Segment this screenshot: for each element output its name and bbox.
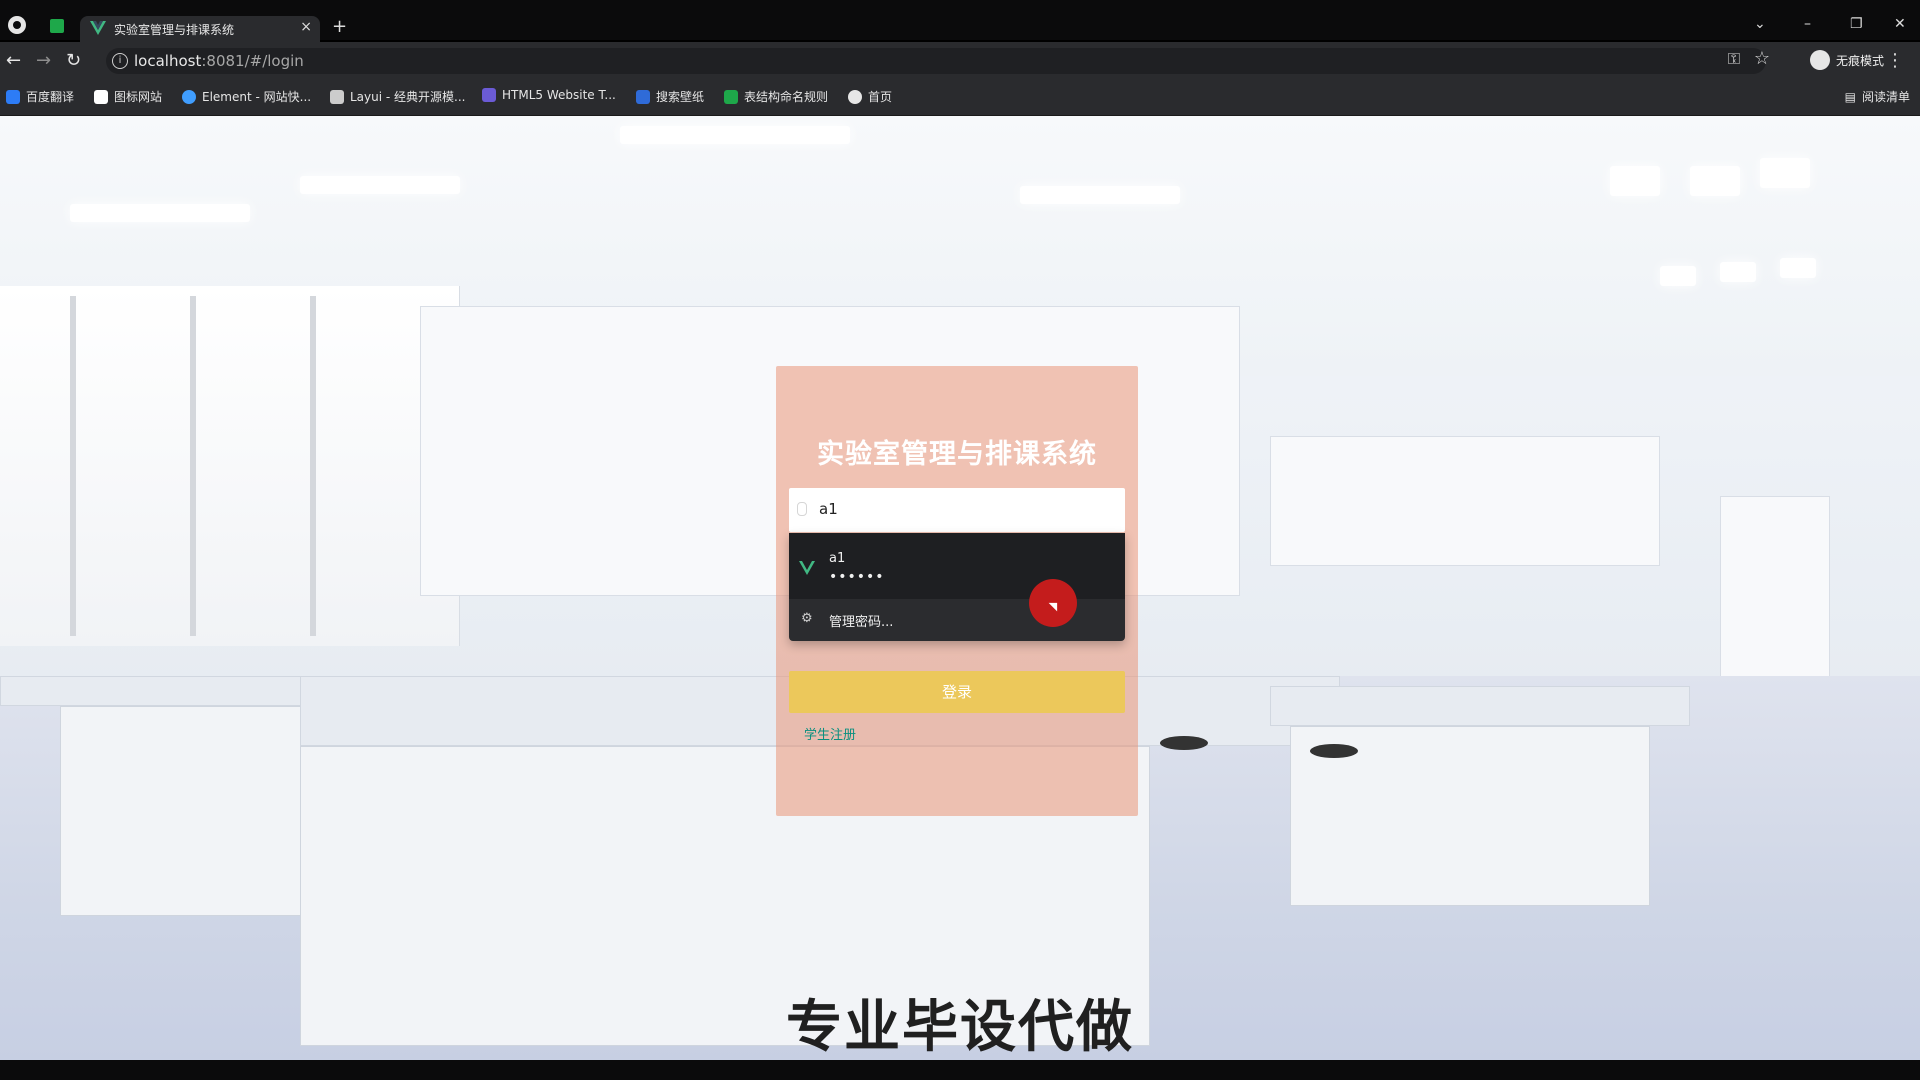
reading-list-label: 阅读清单 [1861, 90, 1910, 104]
lab-stool [1310, 744, 1358, 758]
wallpaper-search-icon [636, 89, 650, 104]
autofill-dropdown: a1 •••••• ⚙ 管理密码... [789, 533, 1125, 641]
login-title: 实验室管理与排课系统 [817, 439, 1097, 470]
layui-logo-icon [330, 89, 344, 104]
bookmark-star-icon[interactable]: ☆ [1754, 48, 1770, 69]
html5-template-icon [482, 88, 496, 102]
close-window-icon[interactable]: ✕ [1894, 16, 1906, 32]
minimize-icon[interactable]: – [1804, 16, 1811, 32]
login-card: 实验室管理与排课系统 a1 a1 •••••• ⚙ 管理密码... 登录 学生注… [776, 366, 1138, 816]
manage-passwords-label: 管理密码... [829, 615, 894, 630]
password-key-icon[interactable]: ⚿ [1728, 49, 1740, 69]
more-menu-icon[interactable]: ⋮ [1886, 50, 1904, 71]
gear-icon: ⚙ [801, 611, 813, 626]
browser-menu-icon[interactable] [8, 16, 26, 34]
tab-title: 实验室管理与排课系统 [114, 23, 235, 37]
username-value: a1 [819, 500, 838, 518]
flag-icon [94, 89, 108, 104]
forward-icon[interactable]: → [36, 50, 51, 71]
bench-top-right [1270, 686, 1690, 726]
bookmark-item[interactable]: 百度翻译 [6, 88, 74, 105]
browser-tab-strip: 实验室管理与排课系统 × + ⌄ – ❐ ✕ [0, 0, 1920, 42]
login-button[interactable]: 登录 [789, 671, 1125, 713]
bottom-letterbox [0, 1060, 1920, 1080]
site-info-icon[interactable]: i [112, 53, 128, 69]
incognito-label: 无痕模式 [1835, 53, 1884, 68]
window-frame [190, 296, 196, 636]
screen: 实验室管理与排课系统 × + ⌄ – ❐ ✕ ← → ↻ i localhost… [0, 0, 1920, 1080]
bookmark-item[interactable]: HTML5 Website T... [482, 88, 616, 102]
ceiling-light [1760, 158, 1810, 188]
autofill-username: a1 [829, 551, 846, 566]
autofill-password-mask: •••••• [829, 569, 885, 585]
incognito-avatar-icon [1809, 50, 1830, 70]
restore-icon[interactable]: ❐ [1850, 16, 1863, 32]
url-path: :8081/#/login [201, 52, 304, 70]
address-bar[interactable]: i localhost:8081/#/login [106, 48, 1766, 74]
tab-close-icon[interactable]: × [300, 19, 312, 35]
watermark-caption: 专业毕设代做 [786, 995, 1134, 1060]
globe-icon [848, 89, 862, 104]
window-frame [70, 296, 76, 636]
reading-list-button[interactable]: ▤ 阅读清单 [1845, 88, 1910, 105]
vue-site-icon [799, 561, 815, 575]
incognito-indicator[interactable]: 无痕模式 [1809, 50, 1884, 70]
pinned-tab-icon[interactable] [50, 19, 64, 33]
ceiling-light [1610, 166, 1660, 196]
bookmark-item[interactable]: Layui - 经典开源模... [330, 88, 465, 105]
bookmark-label: Layui - 经典开源模... [350, 90, 466, 104]
browser-toolbar: ← → ↻ i localhost:8081/#/login ⚿ ☆ 无痕模式 … [0, 42, 1920, 78]
lab-stool [1160, 736, 1208, 750]
username-input[interactable]: a1 [789, 488, 1125, 532]
active-tab[interactable]: 实验室管理与排课系统 × [80, 16, 320, 42]
wall-cabinet-right [1270, 436, 1660, 566]
ceiling-light [1690, 166, 1740, 196]
ceiling-light [1780, 258, 1816, 278]
bookmark-item[interactable]: Element - 网站快... [182, 88, 311, 105]
user-icon [797, 502, 807, 516]
ceiling-light [1720, 262, 1756, 282]
element-logo-icon [182, 89, 196, 104]
bookmark-item[interactable]: 图标网站 [94, 88, 162, 105]
bookmark-label: 首页 [868, 90, 893, 104]
url-text[interactable]: localhost:8081/#/login [134, 52, 304, 70]
bookmark-item[interactable]: 表结构命名规则 [724, 88, 828, 105]
bookmark-label: 百度翻译 [26, 90, 75, 104]
bookmark-label: 搜索壁纸 [656, 90, 705, 104]
new-tab-button[interactable]: + [332, 16, 347, 37]
tab-search-chevron-icon[interactable]: ⌄ [1754, 16, 1766, 32]
lab-window [0, 286, 460, 646]
reload-icon[interactable]: ↻ [66, 50, 81, 71]
baidu-translate-icon [6, 89, 20, 104]
ceiling-light [70, 204, 250, 222]
ceiling-light [300, 176, 460, 194]
reading-list-icon: ▤ [1844, 89, 1856, 104]
vue-logo-icon [90, 21, 106, 35]
back-icon[interactable]: ← [6, 50, 21, 71]
bookmark-label: 表结构命名规则 [744, 90, 829, 104]
bookmark-label: HTML5 Website T... [502, 88, 616, 102]
ceiling-light [620, 126, 850, 144]
student-register-link[interactable]: 学生注册 [804, 724, 856, 743]
bookmark-label: 图标网站 [114, 90, 163, 104]
ceiling-light [1020, 186, 1180, 204]
bookmark-item[interactable]: 搜索壁纸 [636, 88, 704, 105]
bookmark-label: Element - 网站快... [202, 90, 312, 104]
bookmark-item[interactable]: 首页 [848, 88, 892, 105]
spreadsheet-icon [724, 89, 738, 104]
autofill-suggestion[interactable]: a1 •••••• [789, 533, 1125, 599]
ceiling-light [1660, 266, 1696, 286]
url-host: localhost [134, 52, 202, 70]
window-frame [310, 296, 316, 636]
bookmarks-bar: 百度翻译 图标网站 Element - 网站快... Layui - 经典开源模… [0, 78, 1920, 116]
